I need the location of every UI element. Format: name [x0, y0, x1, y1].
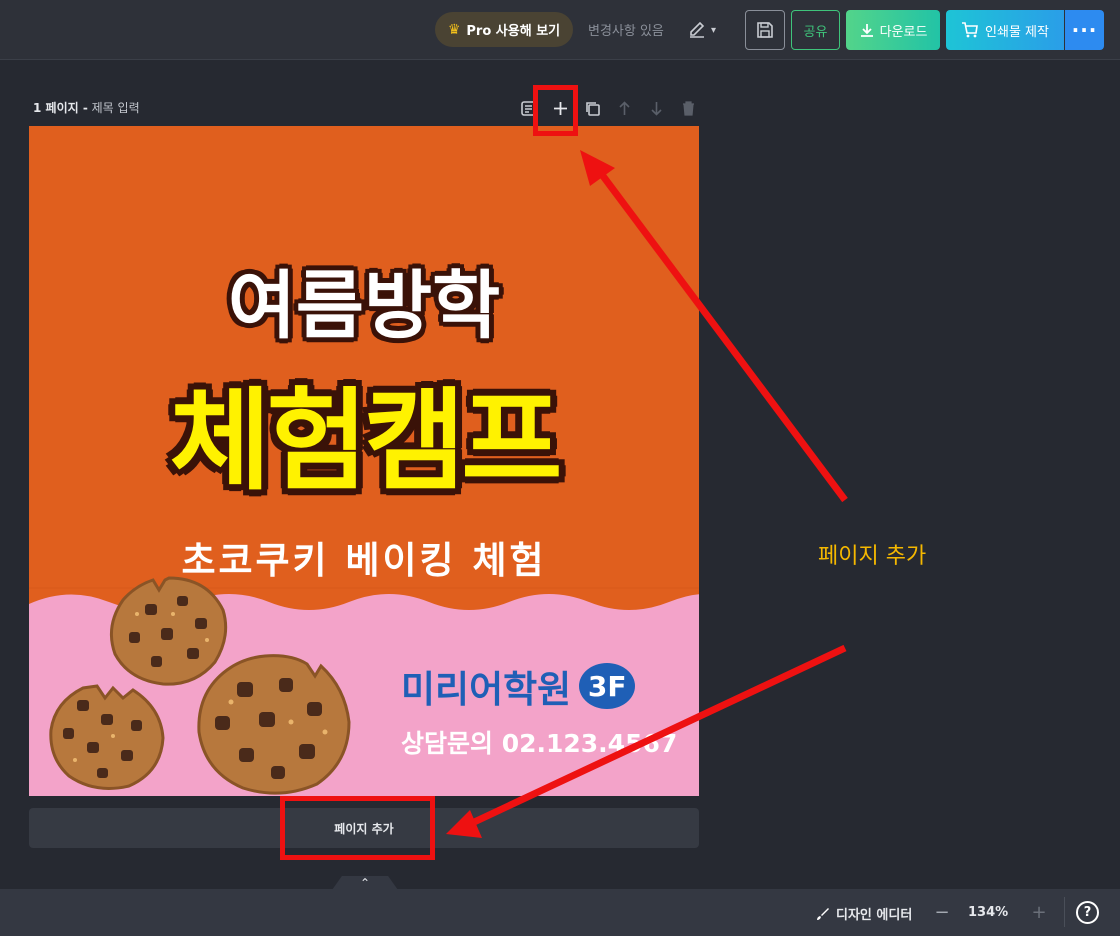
annotation-label: 페이지 추가: [818, 544, 927, 569]
zoom-out-button[interactable]: −: [932, 900, 952, 924]
save-button[interactable]: [745, 10, 785, 50]
arrow-up-icon: [618, 100, 630, 115]
share-button[interactable]: 공유: [791, 10, 840, 50]
academy-name: 미리어학원: [401, 668, 572, 711]
collapse-panel-button[interactable]: ⌃: [332, 876, 398, 890]
poster-title-line1: 여름방학: [227, 263, 501, 349]
bottom-status-bar: [0, 889, 1120, 936]
poster-title-line2: 체험캠프: [169, 377, 563, 505]
page-number-label: 1 페이지 -: [33, 101, 88, 115]
pen-icon: [690, 21, 705, 38]
pro-trial-button[interactable]: ♛ Pro 사용해 보기: [435, 12, 573, 47]
zoom-in-button[interactable]: +: [1029, 900, 1049, 924]
print-order-button[interactable]: 인쇄물 제작: [946, 10, 1064, 50]
help-icon[interactable]: ?: [1076, 901, 1099, 924]
highlight-box-add-icon: [533, 85, 578, 136]
save-icon: [757, 22, 773, 38]
brush-icon: [817, 907, 829, 920]
move-page-up-button[interactable]: [608, 96, 640, 120]
cookie-image: [197, 654, 351, 795]
zoom-level[interactable]: 134%: [968, 905, 1008, 920]
duplicate-page-button[interactable]: [576, 96, 608, 120]
more-options-button[interactable]: ···: [1065, 10, 1104, 50]
crown-icon: ♛: [447, 21, 461, 38]
download-button[interactable]: 다운로드: [846, 10, 940, 50]
print-order-label: 인쇄물 제작: [985, 24, 1049, 40]
pro-trial-label: Pro 사용해 보기: [466, 24, 561, 39]
top-toolbar: ♛ Pro 사용해 보기 변경사항 있음 ▾ 공유 다운로드 인쇄물 제작 ··…: [0, 0, 1120, 60]
download-icon: [860, 24, 873, 37]
delete-page-button[interactable]: [672, 96, 704, 120]
page-title-input[interactable]: 제목 입력: [92, 101, 140, 115]
academy-name-row: 미리어학원 3F: [401, 659, 636, 713]
cookie-image: [49, 684, 165, 790]
trash-icon: [682, 100, 694, 116]
edit-mode-dropdown[interactable]: ▾: [687, 18, 729, 42]
copy-icon: [585, 101, 600, 116]
unsaved-changes-status: 변경사항 있음: [588, 24, 664, 39]
design-editor-label: 디자인 에디터: [836, 908, 913, 923]
chevron-down-icon: ▾: [711, 24, 717, 36]
contact-number: 상담문의 02.123.4567: [401, 729, 678, 758]
arrow-down-icon: [650, 101, 662, 116]
highlight-box-add-page: [280, 796, 435, 860]
download-label: 다운로드: [879, 24, 928, 40]
chevron-up-icon: ⌃: [359, 876, 371, 890]
divider: [1064, 897, 1065, 927]
design-editor-mode[interactable]: 디자인 에디터: [816, 904, 912, 923]
page-title-row: 1 페이지 - 제목 입력: [33, 99, 140, 116]
move-page-down-button[interactable]: [640, 96, 672, 120]
design-canvas[interactable]: 여름방학 체험캠프 초코쿠키 베이킹 체험 미리어학원 3F 상담문의 02.1…: [29, 126, 699, 796]
floor-badge: 3F: [579, 663, 636, 709]
cart-icon: [962, 22, 978, 38]
